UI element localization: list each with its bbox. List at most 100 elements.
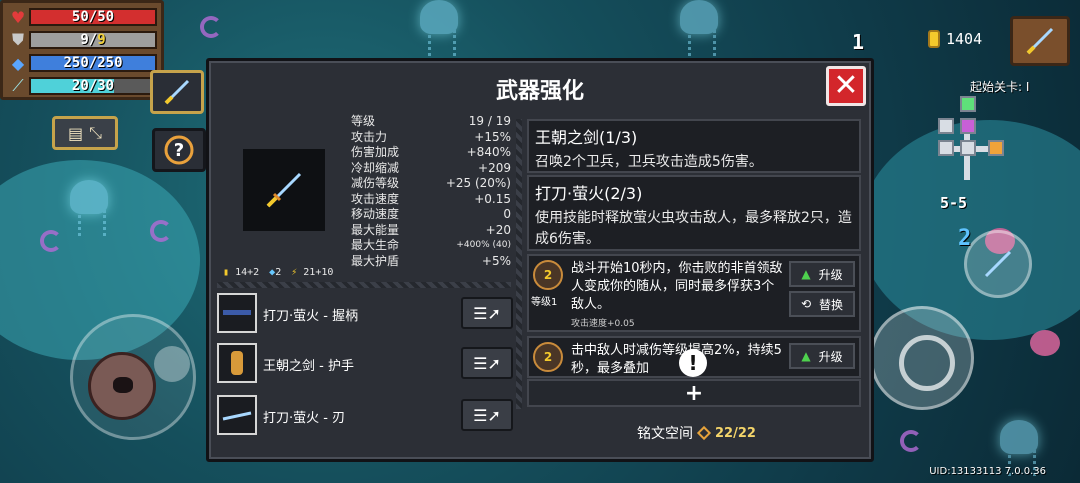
map-button[interactable]: ▤ ⤡ (52, 116, 118, 150)
close-button[interactable]: ✕ (826, 66, 866, 106)
stat-label: 最大能量 (351, 222, 400, 237)
part-name: 王朝之剑 - 护手 (263, 359, 354, 374)
set-effect: 打刀·萤火(2/3) 使用技能时释放萤火虫攻击敌人，最多释放2只，造成6伤害。 (527, 175, 861, 251)
stat-value: +25 (20%) (445, 176, 511, 190)
upgrade-button[interactable]: ▲ 升级 (789, 261, 855, 287)
help-button[interactable]: ? (152, 128, 206, 172)
stamina-value: 20 (71, 78, 89, 94)
attack-button[interactable] (870, 306, 974, 410)
stamina-max: 30 (97, 78, 115, 94)
weapon-tab-button[interactable] (150, 70, 204, 114)
list-arrow-icon: ☰➚ (473, 303, 501, 323)
coral-decoration (900, 430, 922, 452)
effect-title: 打刀·萤火(2/3) (535, 184, 643, 203)
stat-value: +209 (478, 160, 511, 175)
stat-line: 减伤等级 +25 (20%) (351, 176, 511, 192)
set-effect: 王朝之剑(1/3) 召唤2个卫兵，卫兵攻击造成5伤害。 (527, 119, 861, 173)
gem-value: 2 (275, 267, 282, 278)
stat-value: 19 / 19 (468, 114, 511, 128)
joystick-knob[interactable] (154, 346, 190, 382)
jellyfish-decoration (70, 180, 108, 236)
list-arrow-icon: ☰➚ (473, 353, 501, 373)
stat-line: 最大护盾 +5% (351, 254, 511, 270)
arrow-up-icon: ▲ (801, 267, 811, 281)
diamond-icon (696, 425, 712, 441)
dialog-title: 武器强化 (495, 79, 584, 104)
minimap-room (938, 140, 954, 156)
minimap-room (960, 96, 976, 112)
jellyfish-decoration (1000, 420, 1038, 476)
replace-button[interactable]: ⟲ 替换 (789, 291, 855, 317)
swap-icon: ⟲ (800, 297, 812, 311)
equipped-weapon-slot[interactable] (1010, 16, 1070, 66)
part-row: 王朝之剑 - 护手 ☰➚ (217, 343, 513, 385)
column-divider (516, 119, 522, 409)
skill-count: 2 (958, 226, 972, 251)
minimap-room (960, 118, 976, 134)
add-inscription-button[interactable]: + (527, 379, 861, 407)
diamond-icon: ◆ (11, 53, 25, 73)
boost-stat: ⚡ 21+10 (291, 267, 334, 278)
armor-value: 9 (80, 32, 89, 48)
stamina-row: ⟋ 20/30 (7, 75, 157, 97)
effect-title: 王朝之剑(1/3) (535, 128, 638, 147)
help-icon: ? (164, 135, 194, 165)
player-stats-panel: ♥ 50/50 ⛊ 9/9 ◆ 250/250 ⟋ 20/30 (0, 0, 164, 100)
stat-value: +5% (481, 253, 511, 268)
minimap-room (960, 140, 976, 156)
coral-decoration (200, 16, 222, 38)
uid-label: UID:13133113 7.0.0.36 (929, 466, 1046, 477)
stat-value: +20 (485, 222, 511, 237)
stat-label: 冷却缩减 (351, 160, 400, 175)
part-row: 打刀·萤火 - 刃 ☰➚ (217, 395, 513, 437)
level-indicator: 1 (852, 30, 865, 54)
armor-max: 9 (97, 32, 106, 48)
energy-max: 250 (97, 55, 123, 71)
rune-space: 铭文空间 22/22 (637, 423, 756, 443)
weapon-preview (243, 149, 325, 231)
inscription-text: 战斗开始10秒内，你击败的非首领敌人变成你的随从，同时最多俘获3个敌人。 (571, 261, 783, 312)
inscription-text: 击中敌人时减伤等级提高2%，持续5秒，最多叠加 (571, 343, 782, 376)
hp-max: 50 (97, 9, 115, 25)
section-divider (217, 282, 511, 288)
swap-part-button[interactable]: ☰➚ (461, 297, 513, 329)
stat-label: 减伤等级 (351, 176, 400, 190)
svg-text:?: ? (174, 140, 184, 161)
stat-label: 伤害加成 (351, 145, 400, 159)
swap-part-button[interactable]: ☰➚ (461, 347, 513, 379)
coral-decoration (40, 230, 62, 252)
minimap[interactable]: 起始关卡: I 5-5 (934, 78, 1054, 218)
stat-line: 攻击力 +15% (351, 130, 511, 146)
katana-icon (984, 250, 1012, 278)
hilt-icon (217, 293, 257, 333)
part-name: 打刀·萤火 - 握柄 (263, 309, 359, 324)
stat-label: 最大生命 (351, 238, 400, 252)
weapon-stats: 等级 19 / 19 攻击力 +15% 伤害加成 +840% 冷却缩减 +209 减伤等… (351, 114, 511, 269)
skill-button[interactable] (964, 230, 1032, 298)
stat-line: 移动速度 0 (351, 207, 511, 223)
stat-value: +840% (466, 145, 511, 159)
arrow-up-icon: ▲ (801, 349, 811, 363)
jellyfish-decoration (680, 0, 718, 56)
katana-icon (1026, 27, 1054, 55)
stat-value: +0.15 (474, 191, 511, 206)
inscription-icon: 2 (533, 342, 563, 372)
energy-bar: 250/250 (29, 54, 157, 72)
part-row: 打刀·萤火 - 握柄 ☰➚ (217, 293, 513, 335)
boost-value: 21+10 (303, 267, 334, 278)
upgrade-label: 升级 (818, 349, 843, 364)
stat-line: 攻击速度 +0.15 (351, 192, 511, 208)
armor-row: ⛊ 9/9 (7, 29, 157, 51)
stat-line: 最大能量 +20 (351, 223, 511, 239)
swap-part-button[interactable]: ☰➚ (461, 399, 513, 431)
stat-label: 最大护盾 (351, 253, 400, 268)
effect-desc: 召唤2个卫兵，卫兵攻击造成5伤害。 (535, 154, 763, 170)
coin-icon (928, 30, 940, 48)
weapon-meta: ▮ 14+2 ◆2 ⚡ 21+10 (223, 267, 333, 278)
ammo-value: 14+2 (235, 267, 260, 278)
upgrade-button[interactable]: ▲ 升级 (789, 343, 855, 369)
minimap-label: 起始关卡: I (970, 80, 1030, 94)
shield-icon: ⛊ (11, 30, 24, 49)
minimap-room (988, 140, 1004, 156)
inscription-card: 2 等级1 战斗开始10秒内，你击败的非首领敌人变成你的随从，同时最多俘获3个敌… (527, 254, 861, 332)
